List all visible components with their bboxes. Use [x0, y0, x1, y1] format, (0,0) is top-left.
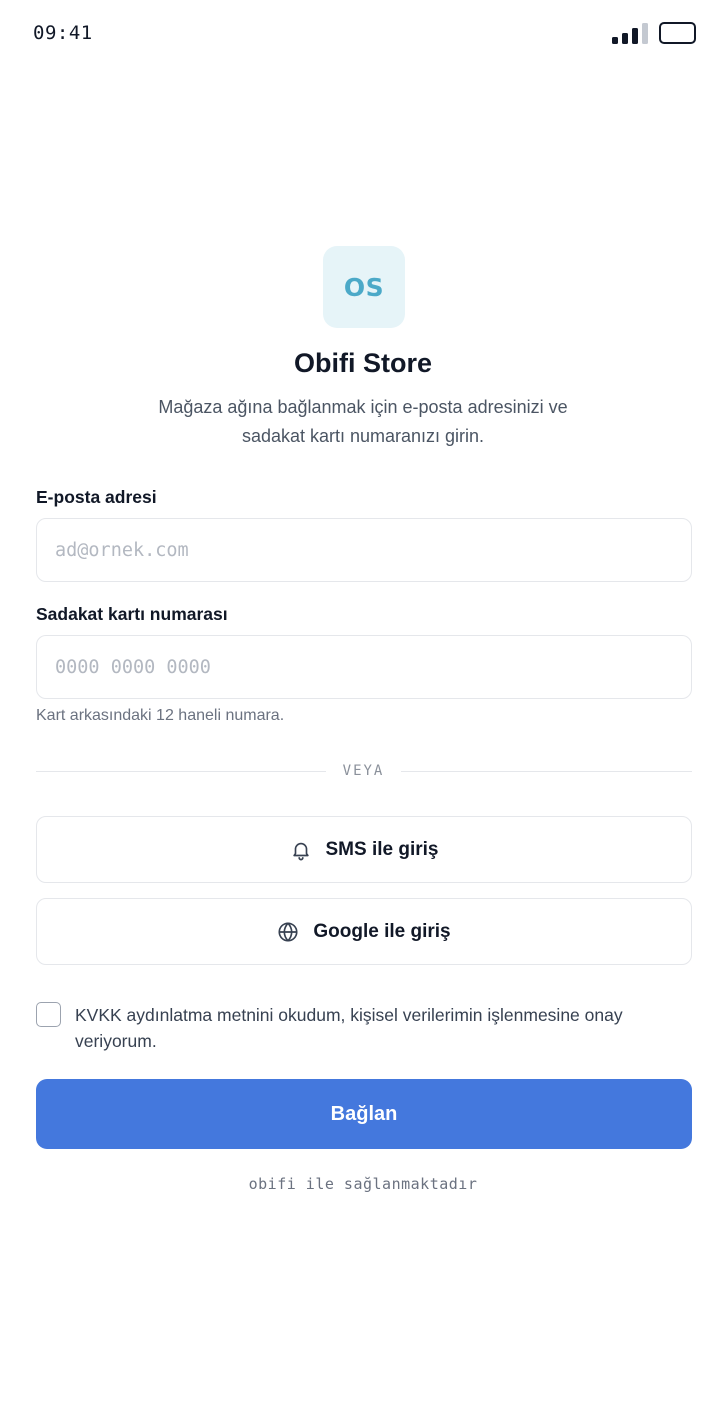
card-number-hint: Kart arkasındaki 12 haneli numara. — [36, 707, 285, 724]
page-title: Obifi Store — [293, 348, 432, 378]
kvkk-consent-text: KVKK aydınlatma metnini okudum, kişisel … — [75, 1005, 623, 1051]
sms-login-label: SMS ile giriş — [325, 838, 439, 860]
page-subtitle: Mağaza ağına bağlanmak için e-posta adre… — [158, 397, 568, 446]
google-login-button[interactable]: Google ile giriş — [36, 898, 692, 965]
store-logo: OS — [323, 246, 405, 328]
bell-icon — [290, 839, 312, 861]
status-bar: 09:41 — [0, 0, 726, 66]
divider-text: VEYA — [342, 763, 385, 779]
divider-line-right — [401, 771, 692, 772]
email-label: E-posta adresi — [36, 487, 157, 507]
globe-icon — [277, 921, 299, 943]
connect-button-label: Bağlan — [330, 1102, 398, 1125]
store-logo-initials: OS — [343, 272, 385, 302]
divider-line-left — [36, 771, 326, 772]
kvkk-consent-checkbox[interactable] — [36, 1002, 61, 1027]
card-number-field[interactable] — [36, 635, 692, 699]
signal-bars-icon — [612, 22, 648, 44]
battery-icon — [659, 22, 696, 44]
email-field[interactable] — [36, 518, 692, 582]
or-divider: VEYA — [36, 760, 692, 782]
card-number-label: Sadakat kartı numarası — [36, 604, 228, 624]
connect-button[interactable]: Bağlan — [36, 1079, 692, 1149]
sms-login-button[interactable]: SMS ile giriş — [36, 816, 692, 883]
powered-by-footer: obifi ile sağlanmaktadır — [248, 1175, 478, 1193]
google-login-label: Google ile giriş — [313, 920, 451, 942]
status-time: 09:41 — [33, 22, 93, 44]
